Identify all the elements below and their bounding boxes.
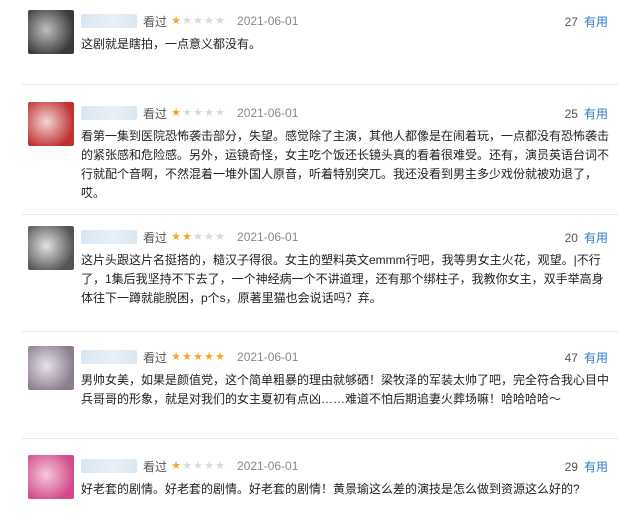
watched-label: 看过 (143, 14, 168, 29)
star-empty-icon: ★ (204, 459, 214, 472)
useful-button[interactable]: 有用 (584, 349, 608, 366)
review-date: 2021-06-01 (237, 350, 299, 364)
useful-button[interactable]: 有用 (584, 13, 608, 30)
star-empty-icon: ★ (193, 106, 203, 119)
star-empty-icon: ★ (193, 14, 203, 27)
star-empty-icon: ★ (215, 230, 225, 243)
avatar[interactable] (28, 226, 74, 270)
username-link[interactable] (81, 106, 137, 120)
watched-label: 看过 (143, 106, 168, 121)
star-empty-icon: ★ (215, 106, 225, 119)
star-filled-icon: ★ (182, 230, 192, 243)
avatar-image (28, 455, 74, 499)
star-empty-icon: ★ (193, 230, 203, 243)
vote-box: 47 有用 (565, 349, 608, 366)
star-empty-icon: ★ (215, 459, 225, 472)
star-empty-icon: ★ (193, 459, 203, 472)
avatar-image (28, 102, 74, 146)
star-empty-icon: ★ (182, 106, 192, 119)
username-link[interactable] (81, 14, 137, 28)
review-divider (22, 438, 618, 439)
useful-button[interactable]: 有用 (584, 458, 608, 475)
rating-stars: ★ ★ ★ ★ ★ (170, 106, 225, 119)
username-link[interactable] (81, 230, 137, 244)
rating-stars: ★ ★ ★ ★ ★ (170, 350, 225, 363)
vote-count: 25 (564, 106, 578, 121)
review-text: 男帅女美，如果是颜值党，这个简单粗暴的理由就够硒！梁牧泽的军装太帅了吧，完全符合… (81, 373, 610, 406)
avatar-image (28, 226, 74, 270)
star-filled-icon: ★ (215, 350, 225, 363)
star-filled-icon: ★ (171, 230, 181, 243)
star-filled-icon: ★ (171, 14, 181, 27)
review-text: 这片头跟这片名挺搭的，糙汉子得很。女主的塑料英文emmm行吧，我等男女主火花，观… (81, 253, 604, 305)
star-empty-icon: ★ (182, 459, 192, 472)
watched-label: 看过 (143, 459, 168, 474)
review-header: 看过 ★ ★ ★ ★ ★ 2021-06-01 (81, 12, 298, 30)
review-date: 2021-06-01 (237, 459, 299, 473)
review-header: 看过 ★ ★ ★ ★ ★ 2021-06-01 (81, 457, 298, 475)
star-empty-icon: ★ (204, 230, 214, 243)
useful-button[interactable]: 有用 (584, 229, 608, 246)
review-text: 这剧就是瞎拍，一点意义都没有。 (81, 37, 262, 51)
vote-count: 20 (564, 230, 578, 245)
rating-stars: ★ ★ ★ ★ ★ (170, 459, 225, 472)
review-header: 看过 ★ ★ ★ ★ ★ 2021-06-01 (81, 348, 298, 366)
star-filled-icon: ★ (171, 350, 181, 363)
review-header: 看过 ★ ★ ★ ★ ★ 2021-06-01 (81, 228, 298, 246)
review-divider (22, 84, 618, 85)
vote-box: 29 有用 (565, 458, 608, 475)
rating-stars: ★ ★ ★ ★ ★ (170, 14, 225, 27)
review-header: 看过 ★ ★ ★ ★ ★ 2021-06-01 (81, 104, 298, 122)
star-filled-icon: ★ (171, 459, 181, 472)
avatar[interactable] (28, 346, 74, 390)
vote-count: 47 (564, 350, 578, 365)
star-filled-icon: ★ (204, 350, 214, 363)
avatar[interactable] (28, 455, 74, 499)
star-empty-icon: ★ (204, 106, 214, 119)
avatar[interactable] (28, 102, 74, 146)
star-empty-icon: ★ (215, 14, 225, 27)
star-empty-icon: ★ (182, 14, 192, 27)
review-divider (22, 331, 618, 332)
star-empty-icon: ★ (204, 14, 214, 27)
star-filled-icon: ★ (182, 350, 192, 363)
vote-box: 20 有用 (565, 229, 608, 246)
username-link[interactable] (81, 459, 137, 473)
review-divider (22, 214, 618, 215)
star-filled-icon: ★ (193, 350, 203, 363)
review-text: 好老套的剧情。好老套的剧情。好老套的剧情！黄景瑜这么差的演技是怎么做到资源这么好… (81, 482, 580, 496)
username-link[interactable] (81, 350, 137, 364)
avatar-image (28, 10, 74, 54)
vote-box: 25 有用 (565, 105, 608, 122)
vote-box: 27 有用 (565, 13, 608, 30)
review-date: 2021-06-01 (237, 14, 299, 28)
watched-label: 看过 (143, 230, 168, 245)
watched-label: 看过 (143, 350, 168, 365)
avatar[interactable] (28, 10, 74, 54)
review-date: 2021-06-01 (237, 106, 299, 120)
avatar-image (28, 346, 74, 390)
vote-count: 29 (564, 459, 578, 474)
useful-button[interactable]: 有用 (584, 105, 608, 122)
review-text: 看第一集到医院恐怖袭击部分，失望。感觉除了主演，其他人都像是在闹着玩，一点都没有… (81, 129, 610, 200)
star-filled-icon: ★ (171, 106, 181, 119)
vote-count: 27 (564, 14, 578, 29)
rating-stars: ★ ★ ★ ★ ★ (170, 230, 225, 243)
review-date: 2021-06-01 (237, 230, 299, 244)
